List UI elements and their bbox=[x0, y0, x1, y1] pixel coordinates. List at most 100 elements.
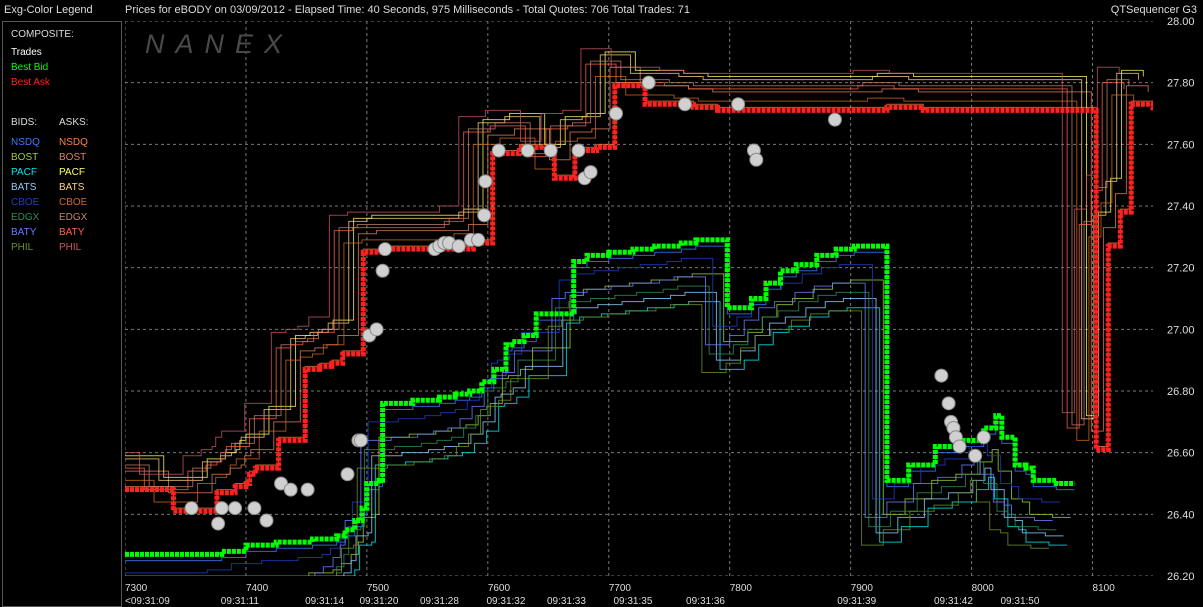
x-tick-label: 7300 bbox=[125, 583, 148, 594]
x-tick-label: 7600 bbox=[488, 583, 511, 594]
trade-point bbox=[477, 208, 492, 223]
trade-point bbox=[491, 143, 506, 158]
trade-point bbox=[300, 482, 315, 497]
bid-nsdq-legend-label: NSDQ bbox=[11, 137, 40, 148]
best-ask-line bbox=[125, 83, 1156, 514]
trade-point bbox=[952, 439, 967, 454]
best-ask-legend-label: Best Ask bbox=[11, 77, 50, 88]
trades-legend-label: Trades bbox=[11, 47, 42, 58]
trade-point bbox=[369, 322, 384, 337]
x-tick-label: 7500 bbox=[367, 583, 390, 594]
trade-point bbox=[827, 112, 842, 127]
time-label: 09:31:35 bbox=[613, 596, 652, 607]
time-label: 09:31:50 bbox=[1000, 596, 1039, 607]
time-label: <09:31:09 bbox=[125, 596, 170, 607]
x-tick-label: 7900 bbox=[851, 583, 874, 594]
ask-pacf-legend-label: PACF bbox=[59, 167, 85, 178]
bid-phil-legend-label: PHIL bbox=[11, 242, 34, 253]
asks-header: ASKS: bbox=[59, 117, 89, 128]
ask-bats-legend-label: BATS bbox=[59, 182, 85, 193]
trade-point bbox=[184, 501, 199, 516]
trade-point bbox=[378, 242, 393, 257]
trade-point bbox=[968, 448, 983, 463]
price-chart: NANEX bbox=[91, 20, 1156, 577]
bid-bats-legend-label: BATS bbox=[11, 182, 37, 193]
ask-baty-legend-label: BATY bbox=[59, 227, 85, 238]
title-bar: Exg-Color Legend Prices for eBODY on 03/… bbox=[0, 0, 1203, 20]
trade-point bbox=[571, 143, 586, 158]
bid-bost-legend-label: BOST bbox=[11, 152, 39, 163]
trade-point bbox=[941, 396, 956, 411]
ask-bost-legend-label: BOST bbox=[59, 152, 87, 163]
ask-edgx-legend-label: EDGX bbox=[59, 212, 88, 223]
legend-title: Exg-Color Legend bbox=[4, 4, 93, 16]
trade-point bbox=[211, 516, 226, 531]
y-tick-label: 26.80 bbox=[1167, 386, 1195, 398]
time-label: 09:31:32 bbox=[486, 596, 525, 607]
trade-point bbox=[353, 433, 368, 448]
y-tick-label: 27.00 bbox=[1167, 324, 1195, 336]
bid-quote-line bbox=[117, 301, 1068, 577]
trade-point bbox=[641, 75, 656, 90]
x-tick-label: 7700 bbox=[609, 583, 632, 594]
x-axis: 7300 7400 7500 7600 7700 7800 7900 8000 8100 <09:… bbox=[125, 583, 1115, 607]
time-label: 09:31:11 bbox=[221, 596, 260, 607]
y-tick-label: 27.40 bbox=[1167, 201, 1195, 213]
trade-point bbox=[259, 513, 274, 528]
time-label: 09:31:20 bbox=[360, 596, 399, 607]
y-tick-label: 26.40 bbox=[1167, 509, 1195, 521]
bid-baty-legend-label: BATY bbox=[11, 227, 37, 238]
bid-quote-line bbox=[121, 273, 1071, 577]
ask-quote-line bbox=[115, 51, 1144, 478]
trade-point bbox=[228, 501, 243, 516]
y-tick-label: 27.60 bbox=[1167, 139, 1195, 151]
trade-point bbox=[677, 97, 692, 112]
time-label: 09:31:14 bbox=[305, 596, 344, 607]
x-tick-label: 8100 bbox=[1093, 583, 1116, 594]
trade-point bbox=[609, 106, 624, 121]
trade-point bbox=[749, 152, 764, 167]
x-tick-label: 7800 bbox=[730, 583, 753, 594]
x-tick-label: 7400 bbox=[246, 583, 269, 594]
time-label: 09:31:28 bbox=[420, 596, 459, 607]
trade-point bbox=[478, 174, 493, 189]
bid-quote-line bbox=[99, 304, 1049, 577]
trade-point bbox=[471, 232, 486, 247]
trade-point bbox=[583, 165, 598, 180]
y-tick-label: 27.20 bbox=[1167, 263, 1195, 275]
trade-point bbox=[731, 97, 746, 112]
app-name: QTSequencer G3 bbox=[1110, 4, 1197, 16]
trade-point bbox=[375, 263, 390, 278]
nanex-watermark: NANEX bbox=[145, 29, 293, 59]
ask-nsdq-legend-label: NSDQ bbox=[59, 137, 88, 148]
y-tick-label: 27.80 bbox=[1167, 78, 1195, 90]
trade-point bbox=[451, 239, 466, 254]
bid-edgx-legend-label: EDGX bbox=[11, 212, 40, 223]
trade-point bbox=[214, 501, 229, 516]
best-bid-legend-label: Best Bid bbox=[11, 62, 49, 73]
time-label: 09:31:33 bbox=[547, 596, 586, 607]
trade-point bbox=[976, 430, 991, 445]
ask-cboe-legend-label: CBOE bbox=[59, 197, 88, 208]
best-bid-line bbox=[125, 237, 1075, 557]
gridlines bbox=[124, 20, 1153, 577]
chart-svg: NANEX bbox=[91, 20, 1156, 577]
bids-header: BIDS: bbox=[11, 117, 38, 128]
time-label: 09:31:39 bbox=[837, 596, 876, 607]
ask-quote-line bbox=[95, 63, 1125, 491]
exchange-quote-lines bbox=[91, 48, 1154, 577]
time-label: 09:31:42 bbox=[934, 596, 973, 607]
time-label: 09:31:36 bbox=[686, 596, 725, 607]
x-tick-label: 8000 bbox=[972, 583, 995, 594]
trade-point bbox=[283, 482, 298, 497]
chart-title: Prices for eBODY on 03/09/2012 - Elapsed… bbox=[125, 4, 690, 16]
bid-cboe-legend-label: CBOE bbox=[11, 197, 40, 208]
ask-phil-legend-label: PHIL bbox=[59, 242, 82, 253]
series-layer bbox=[125, 75, 1156, 557]
exchange-color-legend: COMPOSITE: Trades Best Bid Best Ask BIDS… bbox=[2, 21, 122, 607]
trade-point bbox=[247, 501, 262, 516]
y-tick-label: 26.20 bbox=[1167, 571, 1195, 583]
trade-point bbox=[934, 368, 949, 383]
y-tick-label: 26.60 bbox=[1167, 448, 1195, 460]
trade-point bbox=[340, 467, 355, 482]
